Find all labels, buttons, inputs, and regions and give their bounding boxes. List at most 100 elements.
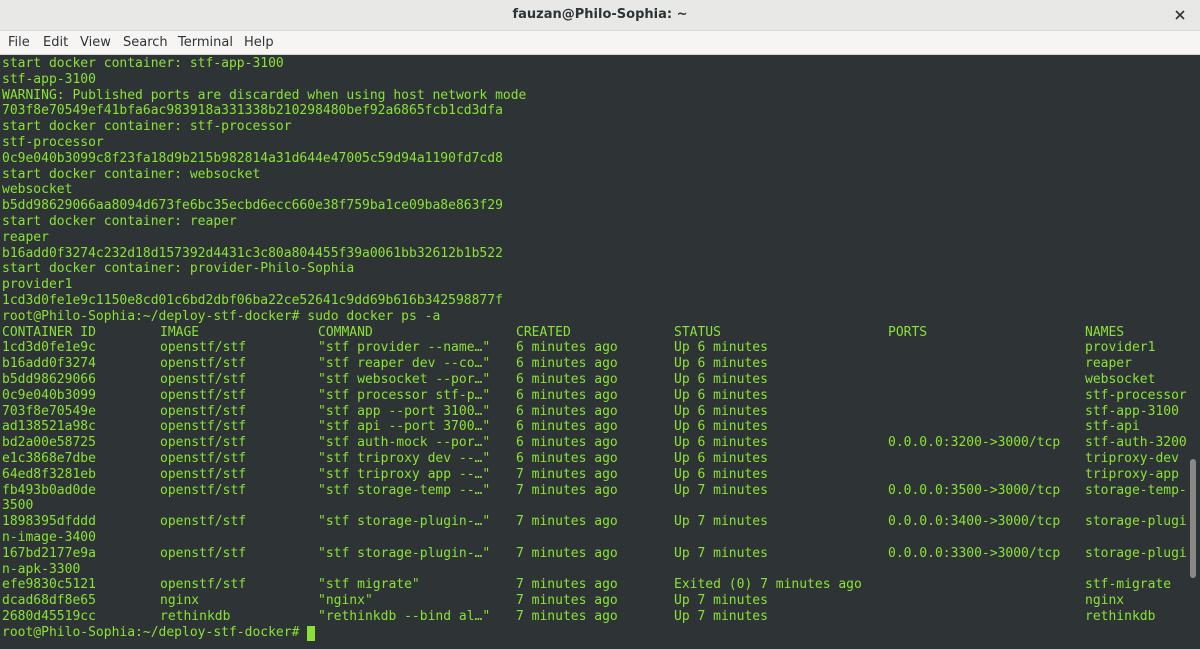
cell-command: "stf triproxy app --…" — [318, 466, 491, 482]
terminal-line: 703f8e70549ef41bfa6ac983918a331338b21029… — [2, 103, 503, 119]
header-status: STATUS — [674, 324, 721, 340]
cell-created: 6 minutes ago — [516, 340, 618, 356]
cell-created: 7 minutes ago — [516, 577, 618, 593]
menu-edit[interactable]: Edit — [43, 34, 68, 51]
menu-help[interactable]: Help — [244, 34, 274, 51]
terminal-output[interactable]: start docker container: stf-app-3100 stf-… — [0, 55, 1186, 649]
scrollbar-thumb[interactable] — [1190, 458, 1196, 578]
command-line: root@Philo-Sophia:~/deploy-stf-docker# s… — [2, 308, 441, 324]
cell-status: Up 7 minutes — [674, 545, 768, 561]
cell-status: Up 7 minutes — [674, 609, 768, 624]
header-names: NAMES — [1085, 324, 1125, 340]
title-bar[interactable]: fauzan@Philo-Sophia: ~ — [0, 0, 1200, 31]
cell-command: "nginx" — [318, 593, 373, 609]
cell-names: websocket — [1085, 372, 1156, 387]
cell-ports: 0.0.0.0:3200->3000/tcp — [888, 435, 1061, 451]
terminal-line: start docker container: stf-processor — [2, 119, 292, 135]
terminal-line: start docker container: websocket — [2, 166, 261, 182]
cell-command: "stf processor stf-p…" — [318, 387, 491, 403]
cell-container-id: n-image-3400 — [2, 530, 96, 545]
cell-created: 6 minutes ago — [516, 372, 618, 387]
cell-names: rethinkdb — [1085, 609, 1156, 624]
cell-container-id: 64ed8f3281eb — [2, 466, 96, 482]
cell-container-id: n-apk-3300 — [2, 561, 81, 577]
terminal-line: stf-processor — [2, 135, 104, 150]
cell-image: openstf/stf — [160, 356, 247, 372]
cell-ports: 0.0.0.0:3300->3000/tcp — [888, 545, 1061, 561]
cell-created: 7 minutes ago — [516, 545, 618, 561]
cell-ports: 0.0.0.0:3500->3000/tcp — [888, 482, 1061, 498]
cell-names: stf-migrate — [1085, 577, 1172, 593]
cell-status: Up 6 minutes — [674, 387, 768, 403]
cell-image: openstf/stf — [160, 482, 247, 498]
cell-status: Up 6 minutes — [674, 435, 768, 451]
cell-image: openstf/stf — [160, 514, 247, 530]
terminal-line: start docker container: stf-app-3100 — [2, 56, 284, 71]
scrollbar[interactable] — [1186, 55, 1200, 649]
terminal-line: b16add0f3274c232d18d157392d4431c3c80a804… — [2, 245, 503, 261]
cell-image: openstf/stf — [160, 340, 247, 356]
cell-status: Up 6 minutes — [674, 451, 768, 466]
cell-command: "stf storage-plugin-…" — [318, 514, 491, 530]
terminal-line: WARNING: Published ports are discarded w… — [2, 87, 527, 103]
cell-command: "stf triproxy dev --…" — [318, 451, 491, 466]
cell-status: Up 6 minutes — [674, 403, 768, 419]
cell-container-id: 703f8e70549e — [2, 403, 96, 419]
menu-file[interactable]: File — [8, 34, 30, 51]
cell-container-id: 2680d45519cc — [2, 609, 96, 624]
cell-created: 7 minutes ago — [516, 609, 618, 624]
cell-container-id: 1cd3d0fe1e9c — [2, 340, 96, 356]
cell-command: "rethinkdb --bind al…" — [318, 609, 491, 624]
cell-created: 6 minutes ago — [516, 403, 618, 419]
cell-container-id: bd2a00e58725 — [2, 435, 96, 451]
cell-names: nginx — [1085, 593, 1125, 609]
cell-names: reaper — [1085, 356, 1132, 372]
cell-command: "stf app --port 3100…" — [318, 403, 491, 419]
menu-bar: File Edit View Search Terminal Help — [0, 31, 1200, 55]
cell-container-id: fb493b0ad0de — [2, 482, 96, 498]
cell-image: nginx — [160, 593, 200, 609]
cell-container-id: ad138521a98c — [2, 419, 96, 435]
cell-status: Up 6 minutes — [674, 356, 768, 372]
terminal-line: start docker container: reaper — [2, 214, 237, 229]
close-icon — [1175, 10, 1185, 20]
cell-image: openstf/stf — [160, 387, 247, 403]
terminal-window: fauzan@Philo-Sophia: ~ File Edit View Se… — [0, 0, 1200, 649]
cell-names: triproxy-dev — [1085, 451, 1179, 466]
terminal-line: b5dd98629066aa8094d673fe6bc35ecbd6ecc660… — [2, 198, 503, 214]
cell-created: 6 minutes ago — [516, 356, 618, 372]
cell-created: 6 minutes ago — [516, 435, 618, 451]
cell-created: 7 minutes ago — [516, 482, 618, 498]
cell-image: openstf/stf — [160, 451, 247, 466]
cell-status: Up 7 minutes — [674, 593, 768, 609]
cell-names: stf-app-3100 — [1085, 403, 1179, 419]
cell-command: "stf api --port 3700…" — [318, 419, 491, 435]
header-ports: PORTS — [888, 324, 928, 340]
cell-command: "stf migrate" — [318, 577, 420, 593]
close-button[interactable] — [1170, 5, 1190, 25]
cell-command: "stf reaper dev --co…" — [318, 356, 491, 372]
cell-image: openstf/stf — [160, 466, 247, 482]
terminal-line: start docker container: provider-Philo-S… — [2, 261, 355, 277]
menu-view[interactable]: View — [80, 34, 111, 51]
cell-created: 6 minutes ago — [516, 387, 618, 403]
cell-status: Exited (0) 7 minutes ago — [674, 577, 862, 593]
cell-image: openstf/stf — [160, 545, 247, 561]
cell-created: 7 minutes ago — [516, 466, 618, 482]
cell-status: Up 7 minutes — [674, 482, 768, 498]
cell-names: storage-temp- — [1085, 482, 1186, 498]
cell-created: 6 minutes ago — [516, 451, 618, 466]
header-created: CREATED — [516, 324, 571, 340]
cell-status: Up 6 minutes — [674, 372, 768, 387]
cell-names: provider1 — [1085, 340, 1156, 356]
header-command: COMMAND — [318, 324, 373, 340]
menu-search[interactable]: Search — [123, 34, 168, 51]
cell-status: Up 6 minutes — [674, 466, 768, 482]
header-image: IMAGE — [160, 324, 200, 340]
cell-names: stf-api — [1085, 419, 1140, 435]
terminal-line: reaper — [2, 229, 49, 245]
cell-image: openstf/stf — [160, 577, 247, 593]
cell-created: 7 minutes ago — [516, 514, 618, 530]
menu-terminal[interactable]: Terminal — [178, 34, 233, 51]
cell-status: Up 6 minutes — [674, 419, 768, 435]
